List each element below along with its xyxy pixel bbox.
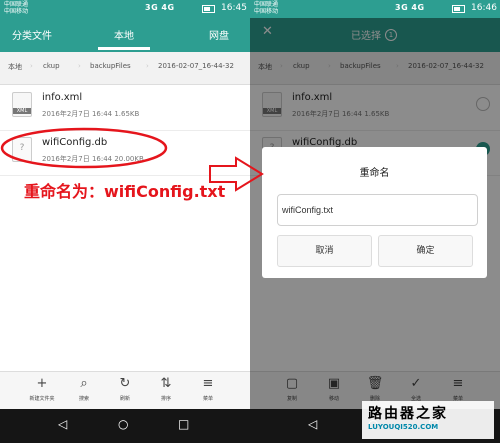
watermark: 路由器之家 LUYOUQI520.COM [362,401,494,439]
watermark-sub: LUYOUQI520.COM [368,423,439,431]
watermark-main: 路由器之家 [368,406,448,422]
highlight-ellipse [0,127,168,169]
annotation-text: 重命名为：wifiConfig.txt [24,182,226,201]
annotation-layer [0,127,264,192]
